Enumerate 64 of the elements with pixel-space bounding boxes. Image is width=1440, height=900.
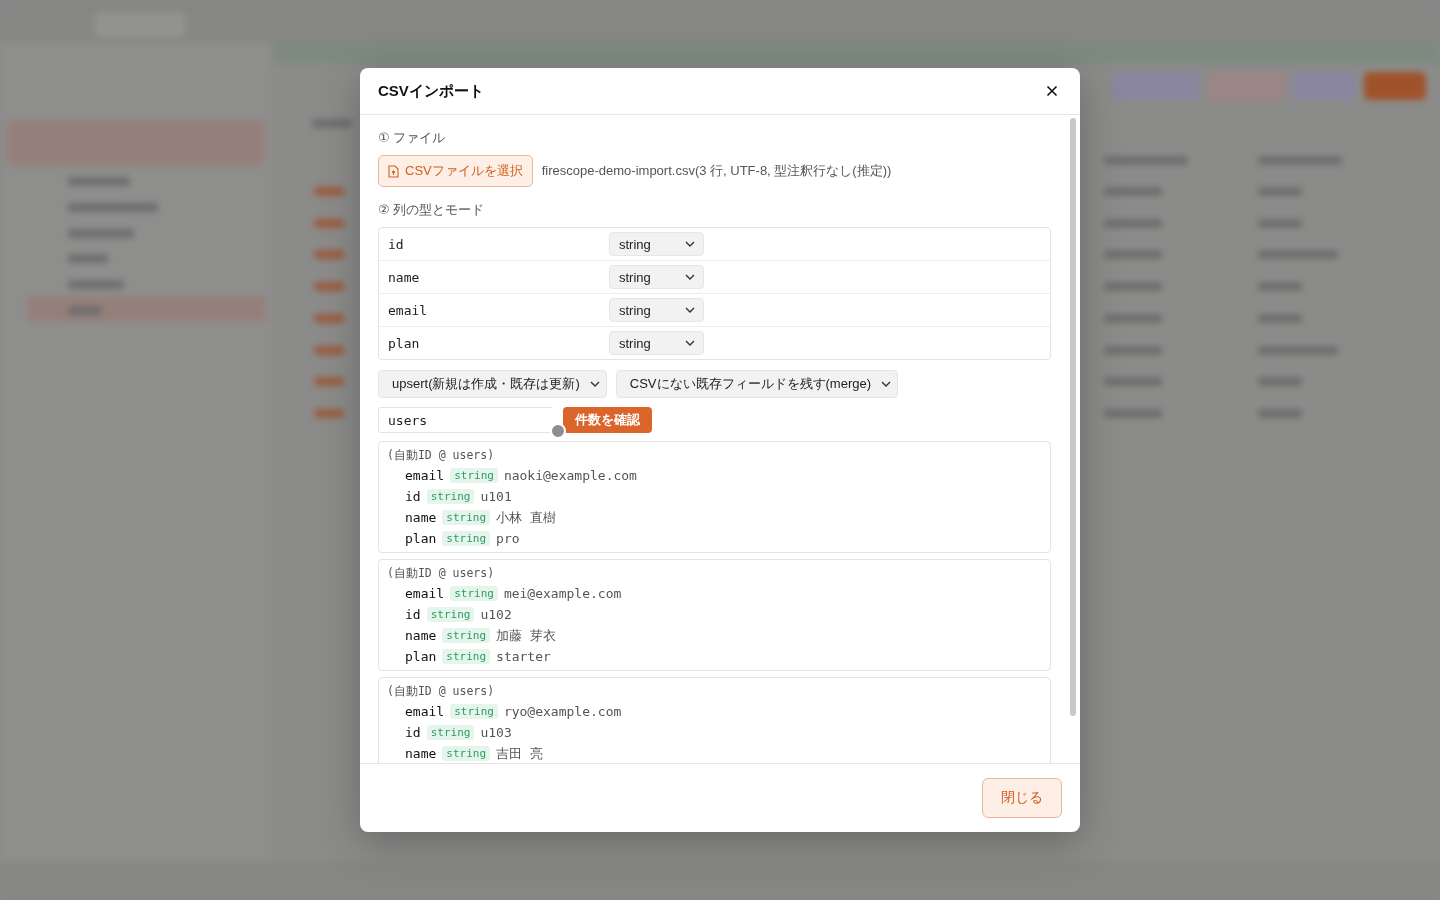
chevron-down-icon bbox=[589, 381, 600, 387]
choose-file-button[interactable]: CSVファイルを選択 bbox=[378, 155, 533, 187]
section-label: ① ファイル bbox=[378, 129, 447, 147]
field-value: starter bbox=[496, 649, 551, 664]
field-key: email bbox=[405, 704, 445, 719]
close-button[interactable]: 閉じる bbox=[982, 778, 1062, 818]
type-tag: string bbox=[442, 628, 491, 643]
field-key: plan bbox=[405, 531, 437, 546]
record-header: (自動ID @ users) bbox=[387, 565, 496, 581]
field-value: ryo@example.com bbox=[503, 704, 622, 719]
record-header: (自動ID @ users) bbox=[387, 683, 496, 699]
column-name: plan bbox=[388, 335, 421, 351]
dialog-title: CSVインポート bbox=[378, 81, 484, 101]
field-key: id bbox=[405, 489, 421, 504]
field-value: mei@example.com bbox=[503, 586, 622, 601]
chevron-down-icon bbox=[685, 340, 695, 346]
type-tag: string bbox=[426, 725, 475, 740]
type-tag: string bbox=[426, 607, 475, 622]
chevron-down-icon bbox=[685, 307, 695, 313]
collection-field[interactable]: users bbox=[378, 407, 553, 433]
mode-select[interactable]: upsert(新規は作成・既存は更新) bbox=[378, 370, 607, 398]
column-name: email bbox=[388, 302, 429, 318]
field-value: 加藤 芽衣 bbox=[496, 626, 556, 645]
section-label: ② 列の型とモード bbox=[378, 201, 486, 219]
field-key: plan bbox=[405, 649, 437, 664]
field-key: name bbox=[405, 746, 437, 761]
type-tag: string bbox=[442, 531, 491, 546]
field-value: u102 bbox=[480, 607, 512, 622]
field-key: email bbox=[405, 468, 445, 483]
column-name: id bbox=[388, 236, 405, 252]
resize-handle-icon[interactable] bbox=[550, 423, 566, 439]
count-button[interactable]: 件数を確認 bbox=[563, 407, 652, 433]
type-select[interactable]: string bbox=[609, 232, 704, 256]
close-icon bbox=[1046, 85, 1058, 97]
type-select[interactable]: string bbox=[609, 298, 704, 322]
field-value: 吉田 亮 bbox=[496, 744, 543, 763]
field-key: email bbox=[405, 586, 445, 601]
field-key: name bbox=[405, 510, 437, 525]
type-tag: string bbox=[442, 510, 491, 525]
chevron-down-icon bbox=[685, 241, 695, 247]
field-value: naoki@example.com bbox=[503, 468, 637, 483]
field-key: id bbox=[405, 725, 421, 740]
type-tag: string bbox=[426, 489, 475, 504]
file-info: firescope-demo-import.csv(3 行, UTF-8, 型注釈行なし(推定)) bbox=[541, 162, 892, 180]
type-tag: string bbox=[450, 468, 498, 483]
field-value: u101 bbox=[480, 489, 512, 504]
type-select[interactable]: string bbox=[609, 331, 704, 355]
field-value: pro bbox=[496, 531, 520, 546]
type-tag: string bbox=[450, 704, 498, 719]
type-select[interactable]: string bbox=[609, 265, 704, 289]
column-name: name bbox=[388, 269, 421, 285]
scrollbar[interactable] bbox=[1070, 118, 1076, 716]
merge-select[interactable]: CSVにない既存フィールドを残す(merge) bbox=[615, 370, 899, 398]
record-header: (自動ID @ users) bbox=[387, 447, 496, 463]
chevron-down-icon bbox=[881, 381, 892, 387]
field-key: id bbox=[405, 607, 421, 622]
type-tag: string bbox=[442, 746, 491, 761]
file-icon bbox=[388, 164, 399, 178]
field-key: name bbox=[405, 628, 437, 643]
field-value: 小林 直樹 bbox=[496, 508, 556, 527]
field-value: u103 bbox=[480, 725, 512, 740]
type-tag: string bbox=[442, 649, 491, 664]
type-tag: string bbox=[450, 586, 498, 601]
chevron-down-icon bbox=[685, 274, 695, 280]
